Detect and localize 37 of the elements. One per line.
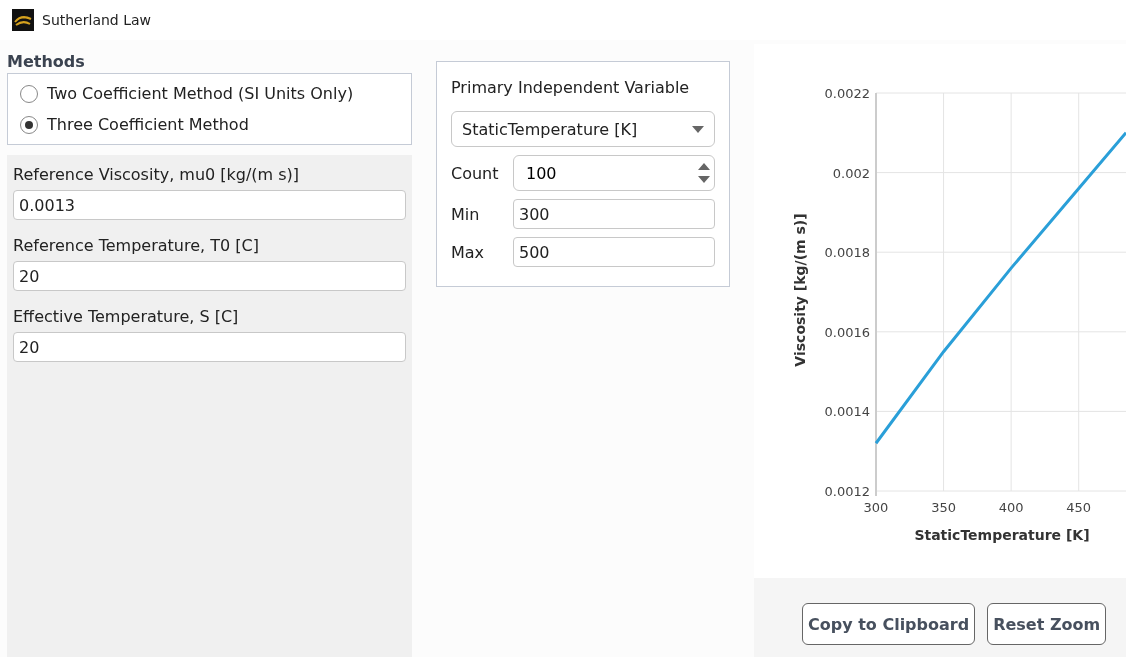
tick-label: 0.0018 xyxy=(824,245,870,261)
toolbar-button[interactable]: Reset Zoom xyxy=(987,603,1107,645)
tick-label: 350 xyxy=(931,500,956,515)
section-heading: Methods xyxy=(7,51,86,73)
field-label: Min xyxy=(451,204,481,224)
tick-label: 0.0012 xyxy=(824,484,870,499)
field-label: Effective Temperature, S [C] xyxy=(13,306,240,328)
input-field[interactable]: 500 xyxy=(513,237,715,267)
window-title: Sutherland Law xyxy=(42,12,151,28)
input-field[interactable]: 300 xyxy=(513,199,715,229)
field-label: Count xyxy=(451,163,500,183)
tick-label: 0.002 xyxy=(832,165,870,181)
tick-label: 300 xyxy=(863,500,889,515)
input-field[interactable]: 20 xyxy=(13,261,406,291)
spin-field[interactable]: 100 xyxy=(513,155,715,191)
field-label: Max xyxy=(451,242,486,262)
spin-arrows-icon[interactable] xyxy=(698,161,710,185)
radio-option[interactable]: Three Coefficient Method xyxy=(20,115,399,134)
caret-icon xyxy=(692,125,704,133)
tick-label: 0.0014 xyxy=(824,404,870,420)
x-axis-title: StaticTemperature [K] xyxy=(914,527,1090,543)
field-label: Reference Temperature, T0 [C] xyxy=(13,235,260,257)
app-logo-icon xyxy=(12,9,34,31)
input-field[interactable]: 0.0013 xyxy=(13,190,406,220)
tick-label: 400 xyxy=(998,500,1024,515)
variable-dropdown[interactable]: StaticTemperature [K] xyxy=(451,111,715,147)
tick-label: 0.0022 xyxy=(824,86,870,101)
y-axis-title: Viscosity [kg/(m s)] xyxy=(792,213,808,367)
radio-icon[interactable] xyxy=(20,115,38,134)
tick-label: 450 xyxy=(1066,500,1092,515)
input-field[interactable]: 20 xyxy=(13,332,406,362)
panel-title: Primary Independent Variable xyxy=(451,77,691,99)
toolbar-button[interactable]: Copy to Clipboard xyxy=(802,603,976,645)
radio-option[interactable]: Two Coefficient Method (SI Units Only) xyxy=(20,84,399,103)
tick-label: 0.0016 xyxy=(824,324,870,340)
radio-icon[interactable] xyxy=(20,84,38,103)
field-label: Reference Viscosity, mu0 [kg/(m s)] xyxy=(13,164,301,186)
